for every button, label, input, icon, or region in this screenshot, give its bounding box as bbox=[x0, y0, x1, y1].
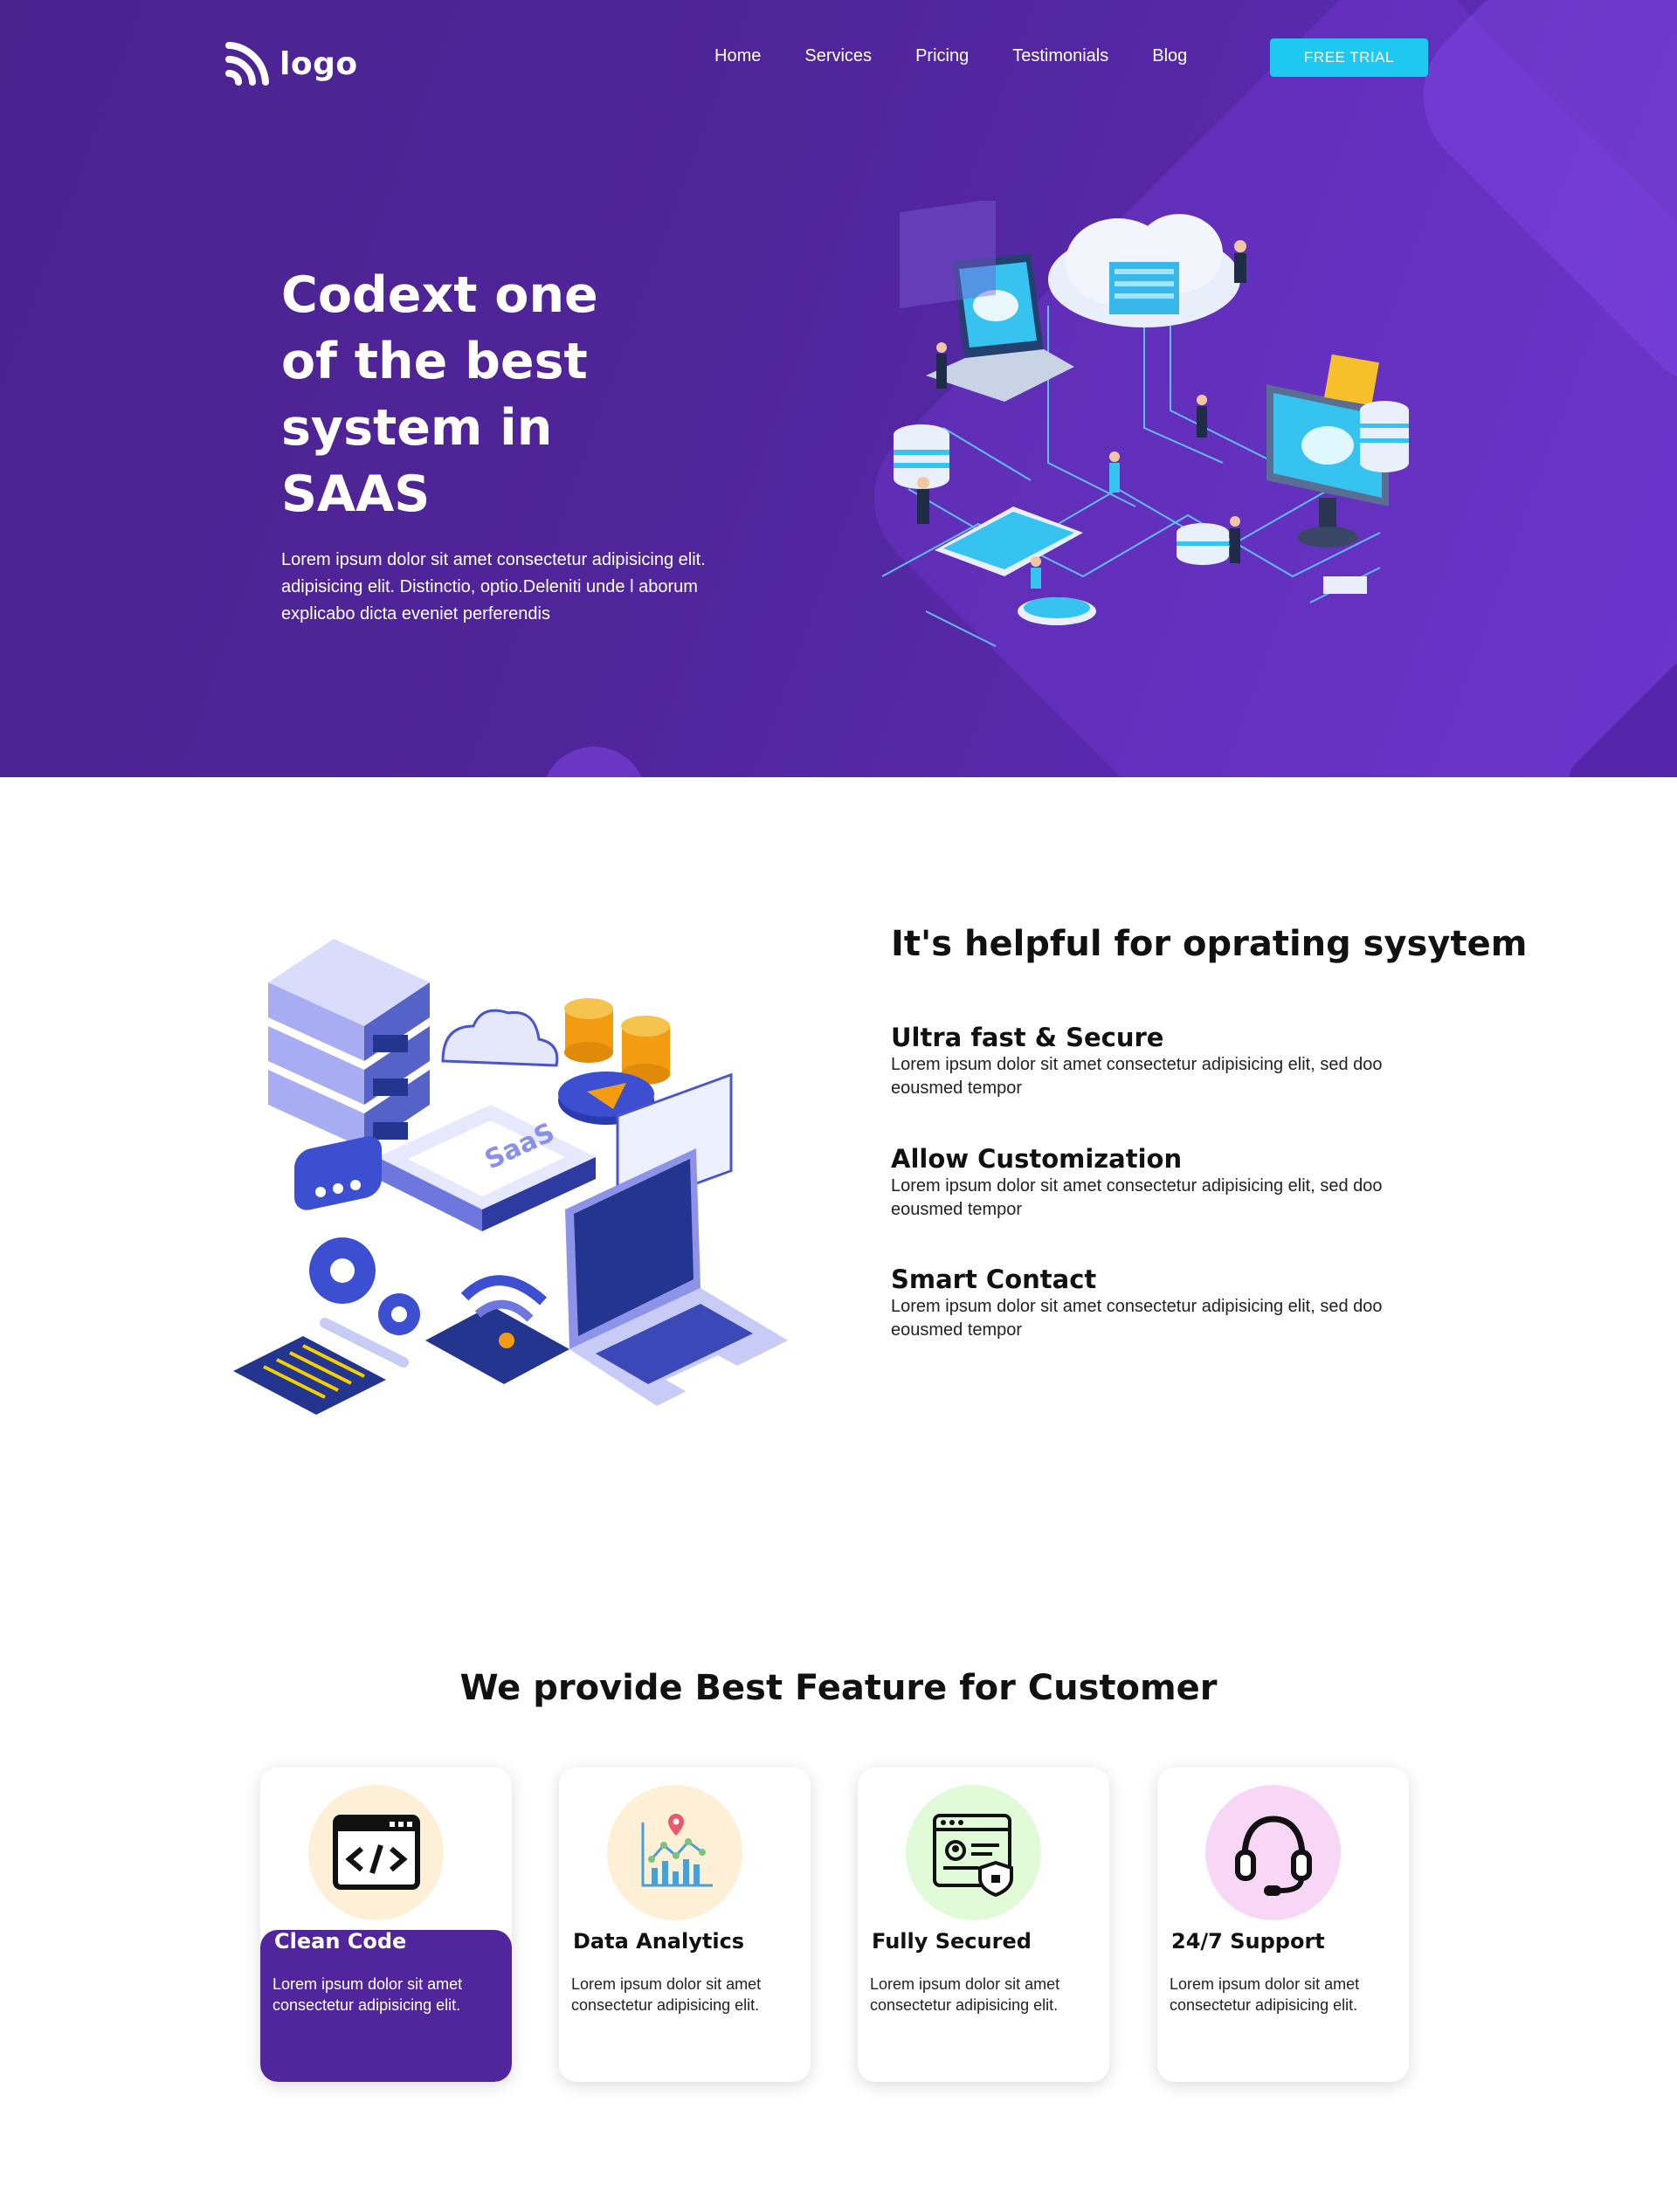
saas-illustration: SaaS bbox=[233, 939, 788, 1415]
coins-icon bbox=[564, 998, 670, 1085]
cloud-icon bbox=[441, 1009, 559, 1067]
hero-title: Codext one of the best system in SAAS bbox=[281, 266, 598, 523]
card-title: 24/7 Support bbox=[1171, 1929, 1325, 1954]
logo-icon bbox=[225, 42, 269, 86]
card-title: Clean Code bbox=[274, 1929, 407, 1954]
chat-bubble-icon bbox=[294, 1136, 382, 1210]
secure-profile-icon bbox=[932, 1813, 1013, 1897]
laptop-icon bbox=[565, 1148, 788, 1406]
headset-icon bbox=[1234, 1815, 1312, 1896]
card-text: Lorem ipsum dolor sit amet consectetur a… bbox=[571, 1975, 762, 2014]
card-text: Lorem ipsum dolor sit amet consectetur a… bbox=[870, 1975, 1060, 2014]
card-title: Fully Secured bbox=[872, 1929, 1032, 1954]
feature-item: Ultra fast & Secure Lorem ipsum dolor si… bbox=[891, 1022, 1485, 1100]
hero-bg-shape bbox=[542, 747, 646, 777]
main-nav: Home Services Pricing Testimonials Blog bbox=[714, 44, 1231, 68]
cloud-server-icon bbox=[1048, 214, 1240, 327]
logo-text: logo bbox=[280, 45, 358, 82]
nav-item-services[interactable]: Services bbox=[804, 44, 872, 68]
nav-item-testimonials[interactable]: Testimonials bbox=[1012, 44, 1108, 68]
helpful-title: It's helpful for oprating sysytem bbox=[891, 924, 1528, 964]
hero-section: logo Home Services Pricing Testimonials … bbox=[0, 0, 1677, 777]
feature-card-support[interactable]: 24/7 Support Lorem ipsum dolor sit amet … bbox=[1157, 1768, 1409, 2082]
hero-text: Lorem ipsum dolor sit amet consectetur a… bbox=[281, 550, 706, 624]
icon-circle bbox=[906, 1785, 1041, 1920]
icon-circle bbox=[607, 1785, 742, 1920]
best-features-title: We provide Best Feature for Customer bbox=[459, 1668, 1218, 1708]
feature-card-data-analytics[interactable]: Data Analytics Lorem ipsum dolor sit ame… bbox=[559, 1768, 811, 2082]
feature-text: Lorem ipsum dolor sit amet consectetur a… bbox=[891, 1176, 1383, 1219]
feature-text: Lorem ipsum dolor sit amet consectetur a… bbox=[891, 1297, 1383, 1340]
saas-platform-icon: SaaS bbox=[377, 1105, 596, 1231]
feature-item: Allow Customization Lorem ipsum dolor si… bbox=[891, 1143, 1485, 1222]
card-title: Data Analytics bbox=[573, 1929, 745, 1954]
site-logo[interactable]: logo bbox=[225, 42, 358, 86]
wifi-device-icon bbox=[425, 1275, 569, 1384]
icon-circle bbox=[308, 1785, 444, 1920]
feature-text: Lorem ipsum dolor sit amet consectetur a… bbox=[891, 1055, 1383, 1098]
server-stack-icon bbox=[268, 939, 430, 1148]
feature-card-fully-secured[interactable]: Fully Secured Lorem ipsum dolor sit amet… bbox=[858, 1768, 1109, 2082]
icon-circle bbox=[1205, 1785, 1341, 1920]
feature-card-clean-code[interactable]: Clean Code Lorem ipsum dolor sit amet co… bbox=[260, 1768, 512, 2082]
feature-item: Smart Contact Lorem ipsum dolor sit amet… bbox=[891, 1264, 1485, 1342]
nav-item-pricing[interactable]: Pricing bbox=[915, 44, 969, 68]
nav-item-home[interactable]: Home bbox=[714, 44, 761, 68]
analytics-chart-icon bbox=[641, 1813, 713, 1886]
code-window-icon bbox=[332, 1814, 420, 1890]
nav-item-blog[interactable]: Blog bbox=[1152, 44, 1187, 68]
free-trial-button[interactable]: FREE TRIAL bbox=[1270, 38, 1428, 77]
feature-title: Smart Contact bbox=[891, 1264, 1097, 1294]
cloud-network-illustration bbox=[881, 201, 1409, 647]
card-text: Lorem ipsum dolor sit amet consectetur a… bbox=[273, 1975, 463, 2014]
document-icon bbox=[233, 1318, 409, 1415]
feature-title: Allow Customization bbox=[891, 1144, 1183, 1174]
landing-page: logo Home Services Pricing Testimonials … bbox=[0, 0, 1677, 2212]
feature-title: Ultra fast & Secure bbox=[891, 1023, 1164, 1052]
card-text: Lorem ipsum dolor sit amet consectetur a… bbox=[1170, 1975, 1360, 2014]
